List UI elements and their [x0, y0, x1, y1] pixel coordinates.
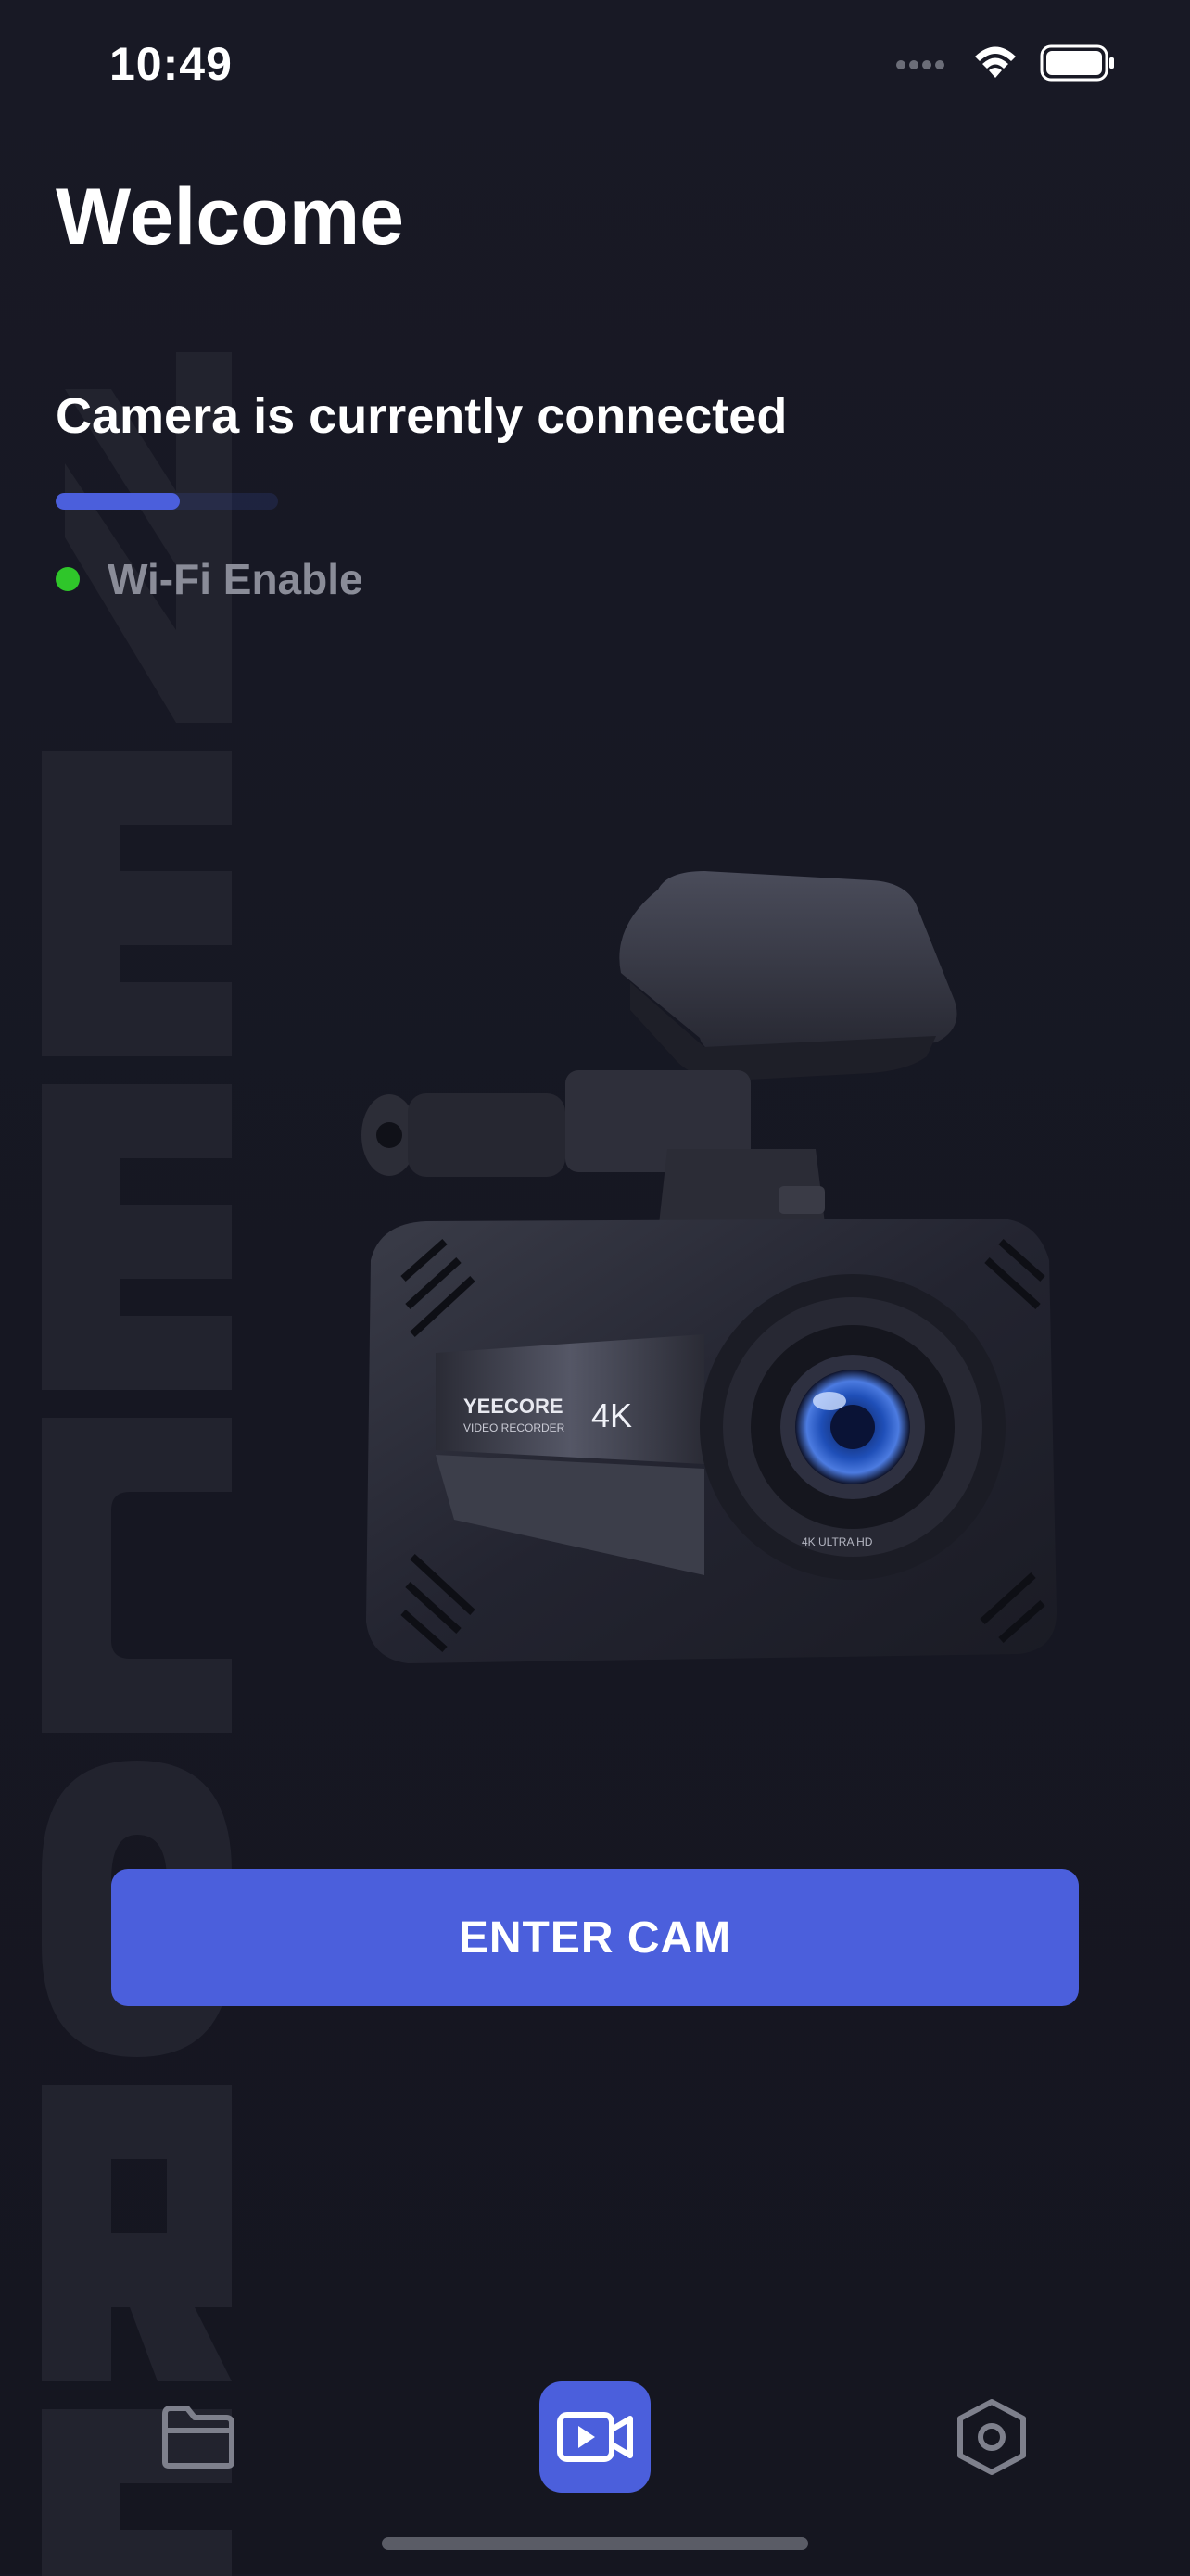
connection-progress-bar	[56, 493, 278, 510]
tab-camera[interactable]	[539, 2381, 651, 2493]
status-icons	[895, 44, 1116, 82]
lens-ring-text: 4K ULTRA HD	[802, 1535, 873, 1548]
video-camera-icon	[557, 2412, 633, 2462]
app-screen: 10:49 Welcome Camera is currently connec…	[0, 0, 1190, 2576]
dashcam-logo-text: YEECORE	[463, 1395, 563, 1418]
home-indicator	[382, 2537, 808, 2550]
bottom-tab-bar	[0, 2372, 1190, 2502]
brand-watermark	[42, 352, 232, 2576]
status-bar: 10:49	[0, 0, 1190, 130]
enter-cam-button[interactable]: ENTER CAM	[111, 1869, 1079, 2006]
folder-icon	[162, 2406, 234, 2469]
signal-dots-icon	[896, 60, 944, 69]
hexagon-settings-icon	[957, 2399, 1026, 2475]
connection-status-text: Camera is currently connected	[56, 388, 788, 444]
page-title: Welcome	[56, 172, 404, 261]
tab-settings[interactable]	[936, 2381, 1047, 2493]
battery-icon	[1040, 44, 1114, 82]
status-time: 10:49	[109, 38, 233, 90]
wifi-status-dot	[56, 567, 80, 591]
dashcam-4k-badge: 4K	[591, 1396, 632, 1434]
wifi-icon	[975, 46, 1016, 78]
wifi-status-row: Wi-Fi Enable	[56, 554, 363, 604]
tab-files[interactable]	[143, 2381, 254, 2493]
connection-progress-fill	[56, 493, 181, 510]
dashcam-image: YEECORE VIDEO RECORDER 4K 4K ULTRA HD	[361, 871, 1057, 1663]
dashcam-model-text: VIDEO RECORDER	[463, 1421, 565, 1434]
wifi-status-label: Wi-Fi Enable	[108, 555, 363, 603]
